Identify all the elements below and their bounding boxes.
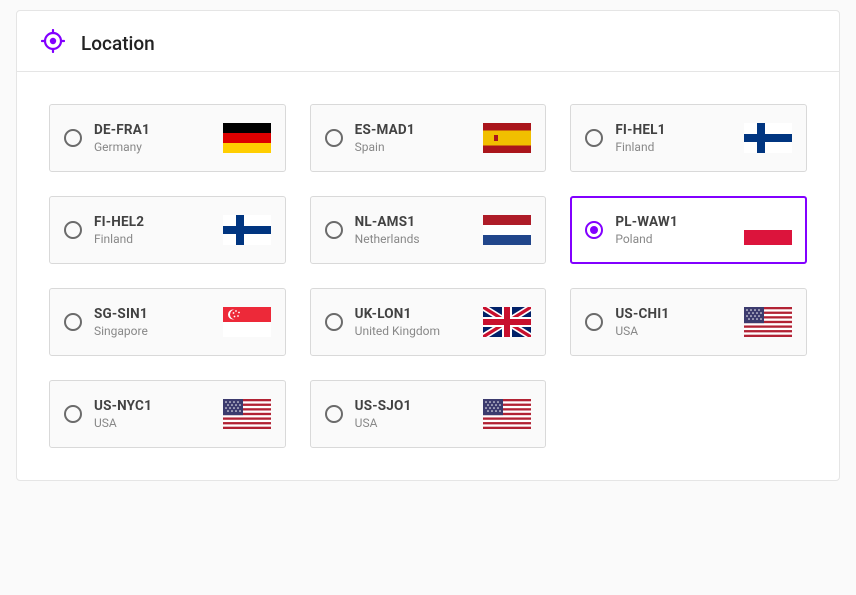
radio-icon xyxy=(325,221,343,239)
location-text: ES-MAD1 Spain xyxy=(355,122,415,154)
flag-fi-icon xyxy=(223,215,271,245)
flag-fi-icon xyxy=(744,123,792,153)
location-country: USA xyxy=(615,324,669,338)
location-text: US-SJO1 USA xyxy=(355,398,412,430)
location-target-icon xyxy=(41,29,65,57)
location-option-us-sjo1[interactable]: US-SJO1 USA xyxy=(310,380,547,448)
location-code: DE-FRA1 xyxy=(94,122,150,138)
location-option-fi-hel1[interactable]: FI-HEL1 Finland xyxy=(570,104,807,172)
location-country: Germany xyxy=(94,140,150,154)
location-text: US-CHI1 USA xyxy=(615,306,669,338)
location-text: FI-HEL2 Finland xyxy=(94,214,144,246)
location-code: ES-MAD1 xyxy=(355,122,415,138)
radio-icon xyxy=(325,129,343,147)
location-option-us-nyc1[interactable]: US-NYC1 USA xyxy=(49,380,286,448)
location-option-uk-lon1[interactable]: UK-LON1 United Kingdom xyxy=(310,288,547,356)
location-card-left: ES-MAD1 Spain xyxy=(325,122,484,154)
location-code: US-NYC1 xyxy=(94,398,152,414)
radio-icon xyxy=(585,221,603,239)
location-option-us-chi1[interactable]: US-CHI1 USA xyxy=(570,288,807,356)
location-option-nl-ams1[interactable]: NL-AMS1 Netherlands xyxy=(310,196,547,264)
location-country: Poland xyxy=(615,232,678,246)
flag-de-icon xyxy=(223,123,271,153)
location-card-left: SG-SIN1 Singapore xyxy=(64,306,223,338)
location-country: USA xyxy=(355,416,412,430)
location-card-left: FI-HEL1 Finland xyxy=(585,122,744,154)
panel-title: Location xyxy=(81,32,155,55)
location-option-fi-hel2[interactable]: FI-HEL2 Finland xyxy=(49,196,286,264)
location-option-pl-waw1[interactable]: PL-WAW1 Poland xyxy=(570,196,807,264)
radio-icon xyxy=(325,405,343,423)
location-text: US-NYC1 USA xyxy=(94,398,152,430)
flag-us-icon xyxy=(744,307,792,337)
location-code: US-CHI1 xyxy=(615,306,669,322)
location-country: Finland xyxy=(615,140,665,154)
location-code: UK-LON1 xyxy=(355,306,440,322)
location-text: UK-LON1 United Kingdom xyxy=(355,306,440,338)
location-code: FI-HEL2 xyxy=(94,214,144,230)
location-country: Finland xyxy=(94,232,144,246)
location-code: NL-AMS1 xyxy=(355,214,420,230)
flag-gb-icon xyxy=(483,307,531,337)
location-grid: DE-FRA1 Germany ES-MAD1 Spain FI-HEL1 Finland… xyxy=(17,72,839,480)
location-text: FI-HEL1 Finland xyxy=(615,122,665,154)
location-text: SG-SIN1 Singapore xyxy=(94,306,148,338)
location-country: Singapore xyxy=(94,324,148,338)
location-text: PL-WAW1 Poland xyxy=(615,214,678,246)
radio-icon xyxy=(64,129,82,147)
location-code: PL-WAW1 xyxy=(615,214,678,230)
flag-pl-icon xyxy=(744,215,792,245)
location-option-de-fra1[interactable]: DE-FRA1 Germany xyxy=(49,104,286,172)
location-card-left: PL-WAW1 Poland xyxy=(585,214,744,246)
location-country: Netherlands xyxy=(355,232,420,246)
flag-us-icon xyxy=(223,399,271,429)
location-card-left: FI-HEL2 Finland xyxy=(64,214,223,246)
location-card-left: US-CHI1 USA xyxy=(585,306,744,338)
panel-header: Location xyxy=(17,11,839,72)
radio-icon xyxy=(64,405,82,423)
location-panel: Location DE-FRA1 Germany ES-MAD1 Spain FI-HE… xyxy=(16,10,840,481)
location-card-left: US-NYC1 USA xyxy=(64,398,223,430)
location-card-left: NL-AMS1 Netherlands xyxy=(325,214,484,246)
location-code: US-SJO1 xyxy=(355,398,412,414)
radio-icon xyxy=(325,313,343,331)
location-text: DE-FRA1 Germany xyxy=(94,122,150,154)
flag-us-icon xyxy=(483,399,531,429)
radio-icon xyxy=(585,129,603,147)
location-code: FI-HEL1 xyxy=(615,122,665,138)
location-text: NL-AMS1 Netherlands xyxy=(355,214,420,246)
flag-nl-icon xyxy=(483,215,531,245)
location-country: United Kingdom xyxy=(355,324,440,338)
location-card-left: US-SJO1 USA xyxy=(325,398,484,430)
location-country: USA xyxy=(94,416,152,430)
radio-icon xyxy=(64,313,82,331)
location-code: SG-SIN1 xyxy=(94,306,148,322)
location-card-left: UK-LON1 United Kingdom xyxy=(325,306,484,338)
location-option-sg-sin1[interactable]: SG-SIN1 Singapore xyxy=(49,288,286,356)
flag-sg-icon xyxy=(223,307,271,337)
location-option-es-mad1[interactable]: ES-MAD1 Spain xyxy=(310,104,547,172)
flag-es-icon xyxy=(483,123,531,153)
location-card-left: DE-FRA1 Germany xyxy=(64,122,223,154)
radio-icon xyxy=(64,221,82,239)
location-country: Spain xyxy=(355,140,415,154)
radio-icon xyxy=(585,313,603,331)
